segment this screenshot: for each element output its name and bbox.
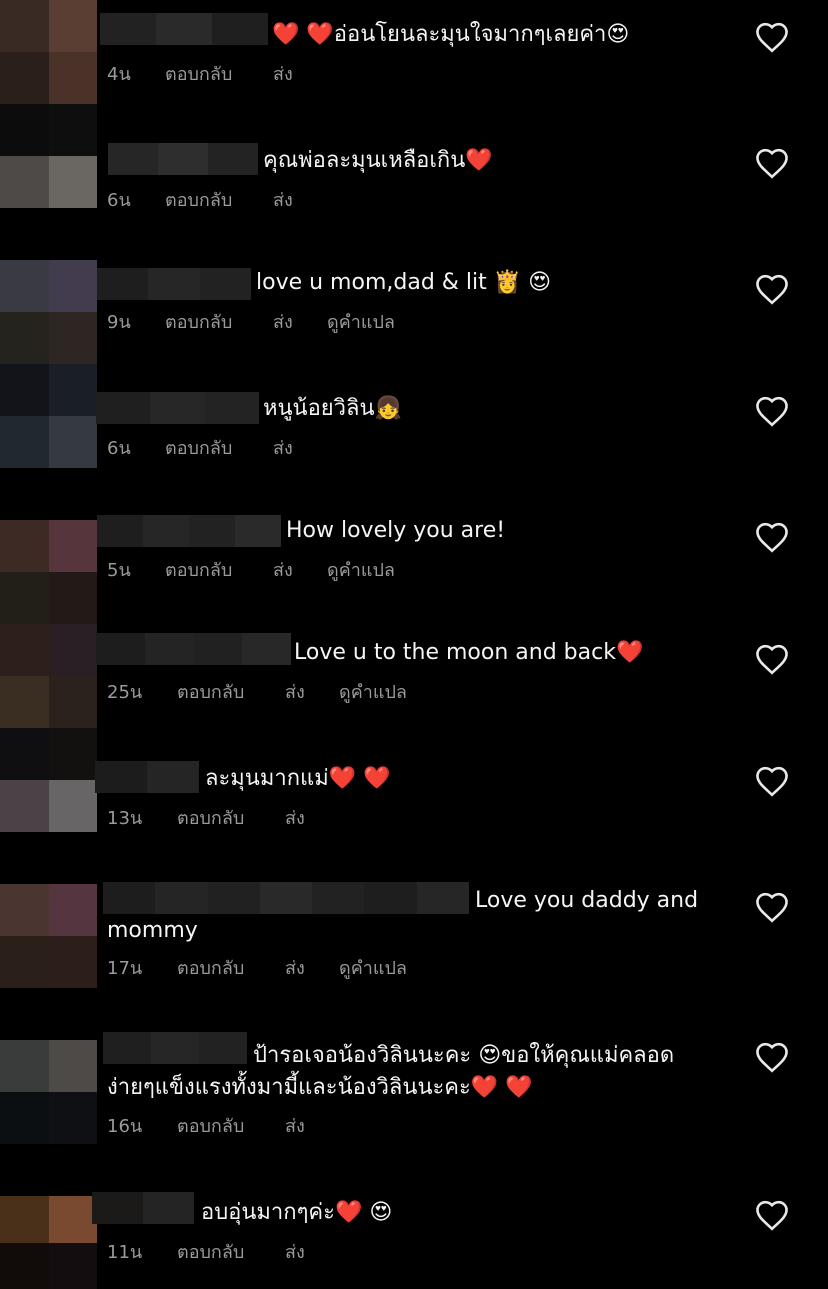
comment-meta: 17น ตอบกลับ ส่ง ดูคำแปล [107,957,407,981]
reply-button[interactable]: ตอบกลับ [165,189,273,213]
comment-meta: 6น ตอบกลับ ส่ง [107,189,327,213]
comment-meta: 13น ตอบกลับ ส่ง [107,807,339,831]
comment-time: 17น [107,958,143,979]
reply-button[interactable]: ตอบกลับ [177,1115,285,1139]
send-button[interactable]: ส่ง [273,559,327,583]
reply-button[interactable]: ตอบกลับ [177,807,285,831]
heart-outline-icon[interactable] [754,1199,790,1231]
comment-meta: 9น ตอบกลับ ส่ง ดูคำแปล [107,311,395,335]
send-button[interactable]: ส่ง [273,63,327,87]
avatar[interactable] [0,104,97,208]
avatar[interactable] [0,520,97,624]
comment-text: หนูน้อยวิลิน👧 [263,396,402,421]
comment-time: 25น [107,682,143,703]
username-blurred[interactable] [97,515,281,547]
heart-outline-icon[interactable] [754,643,790,675]
comment-meta: 5น ตอบกลับ ส่ง ดูคำแปล [107,559,395,583]
comment-time: 11น [107,1242,143,1263]
comment-time: 5น [107,560,131,581]
comment-meta: 11น ตอบกลับ ส่ง [107,1241,339,1265]
reply-button[interactable]: ตอบกลับ [165,559,273,583]
comment-text: How lovely you are! [286,518,506,543]
heart-outline-icon[interactable] [754,891,790,923]
see-translation-button[interactable]: ดูคำแปล [339,957,407,981]
reply-button[interactable]: ตอบกลับ [177,1241,285,1265]
avatar[interactable] [0,260,97,364]
send-button[interactable]: ส่ง [273,189,327,213]
reply-button[interactable]: ตอบกลับ [177,957,285,981]
avatar[interactable] [0,1196,97,1289]
reply-button[interactable]: ตอบกลับ [165,63,273,87]
heart-outline-icon[interactable] [754,521,790,553]
comment-time: 6น [107,438,131,459]
send-button[interactable]: ส่ง [285,957,339,981]
reply-button[interactable]: ตอบกลับ [165,437,273,461]
comment-time: 13น [107,808,143,829]
see-translation-button[interactable]: ดูคำแปล [327,311,395,335]
avatar[interactable] [0,728,97,832]
comment-time: 6น [107,190,131,211]
avatar[interactable] [0,1040,97,1144]
avatar[interactable] [0,624,97,728]
username-blurred[interactable] [108,143,258,175]
comment-text: ละมุนมากแม่❤️ ❤️ [205,766,391,791]
reply-button[interactable]: ตอบกลับ [165,311,273,335]
heart-outline-icon[interactable] [754,1041,790,1073]
username-blurred[interactable] [97,268,251,300]
send-button[interactable]: ส่ง [273,437,327,461]
send-button[interactable]: ส่ง [285,1241,339,1265]
comment-time: 16น [107,1116,143,1137]
avatar[interactable] [0,884,97,988]
comment-text: ป้ารอเจอน้องวิลินนะคะ 😍ขอให้คุณแม่คลอดง่… [107,1043,675,1100]
see-translation-button[interactable]: ดูคำแปล [327,559,395,583]
comment-meta: 4น ตอบกลับ ส่ง [107,63,327,87]
send-button[interactable]: ส่ง [285,1115,339,1139]
heart-outline-icon[interactable] [754,765,790,797]
username-blurred[interactable] [96,392,259,424]
send-button[interactable]: ส่ง [285,807,339,831]
username-blurred[interactable] [95,761,199,793]
comment-time: 4น [107,64,131,85]
see-translation-button[interactable]: ดูคำแปล [339,681,407,705]
comment-meta: 16น ตอบกลับ ส่ง [107,1115,339,1139]
username-blurred[interactable] [100,13,268,45]
heart-outline-icon[interactable] [754,273,790,305]
heart-outline-icon[interactable] [754,395,790,427]
comment-text: ❤️ ❤️อ่อนโยนละมุนใจมากๆเลยค่า😍 [272,22,630,47]
heart-outline-icon[interactable] [754,147,790,179]
comment-text: love u mom,dad & lit 👸 😍 [256,270,552,295]
reply-button[interactable]: ตอบกลับ [177,681,285,705]
comment-text: Love u to the moon and back❤️ [294,640,644,665]
comment-time: 9น [107,312,131,333]
avatar[interactable] [0,0,97,104]
comment-meta: 6น ตอบกลับ ส่ง [107,437,327,461]
comment-text: คุณพ่อละมุนเหลือเกิน❤️ [263,148,493,173]
comment-meta: 25น ตอบกลับ ส่ง ดูคำแปล [107,681,407,705]
send-button[interactable]: ส่ง [285,681,339,705]
send-button[interactable]: ส่ง [273,311,327,335]
comment-text: อบอุ่นมากๆค่ะ❤️ 😍 [201,1200,393,1225]
username-blurred[interactable] [96,633,291,665]
avatar[interactable] [0,364,97,468]
heart-outline-icon[interactable] [754,21,790,53]
comment-text: Love you daddy and mommy [107,888,699,943]
username-blurred[interactable] [92,1192,194,1224]
